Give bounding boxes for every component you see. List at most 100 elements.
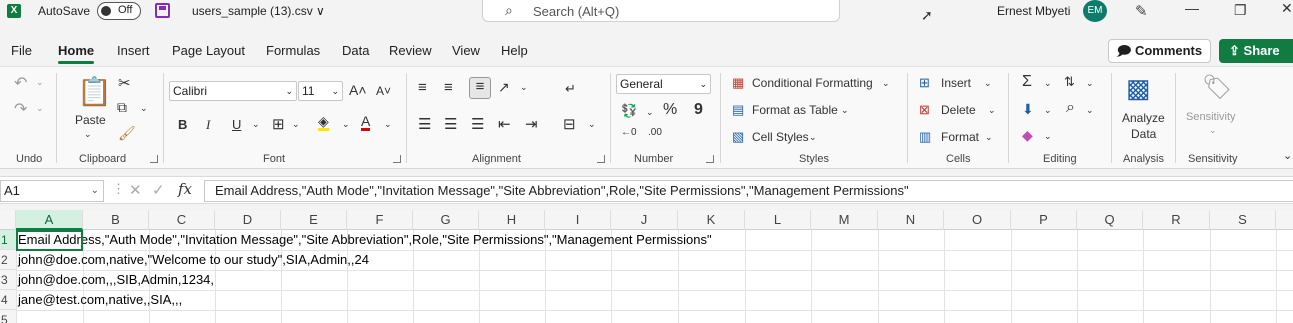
- tab-review[interactable]: Review: [389, 43, 432, 58]
- cell-styles-dropdown-icon[interactable]: ⌄: [809, 132, 817, 143]
- comments-button[interactable]: 🗩 Comments: [1108, 39, 1211, 63]
- undo-icon[interactable]: ↶: [14, 73, 27, 93]
- row-header[interactable]: 5: [0, 310, 16, 323]
- fill-color-icon[interactable]: ◈: [318, 114, 329, 131]
- borders-dropdown-icon[interactable]: ⌄: [292, 119, 300, 130]
- shrink-font-icon[interactable]: A˅: [376, 84, 391, 98]
- collapse-ribbon-icon[interactable]: ⌄: [1283, 149, 1292, 162]
- column-header[interactable]: Q: [1077, 210, 1143, 230]
- cell-a2[interactable]: john@doe.com,native,"Welcome to our stud…: [18, 250, 369, 270]
- format-painter-icon[interactable]: 🖌: [118, 125, 136, 142]
- accounting-dropdown-icon[interactable]: ⌄: [646, 107, 654, 118]
- sort-filter-dropdown-icon[interactable]: ⌄: [1086, 78, 1094, 89]
- column-header[interactable]: K: [678, 210, 745, 230]
- analyze-data-label-1[interactable]: Analyze: [1122, 111, 1165, 125]
- tab-view[interactable]: View: [452, 43, 480, 58]
- align-bottom-icon[interactable]: ≡: [469, 77, 491, 99]
- column-header[interactable]: G: [413, 210, 479, 230]
- format-dropdown-icon[interactable]: ⌄: [985, 132, 993, 143]
- merge-center-icon[interactable]: ⊟: [563, 115, 576, 133]
- format-as-table-dropdown-icon[interactable]: ⌄: [841, 105, 849, 116]
- accounting-format-icon[interactable]: 💱: [621, 103, 637, 119]
- column-header[interactable]: E: [281, 210, 347, 230]
- column-header[interactable]: O: [944, 210, 1011, 230]
- cell-a3[interactable]: john@doe.com,,,SIB,Admin,1234,: [18, 270, 214, 290]
- column-header[interactable]: J: [611, 210, 678, 230]
- column-header[interactable]: D: [215, 210, 281, 230]
- file-name-dropdown[interactable]: users_sample (13).csv ∨: [192, 4, 325, 18]
- bold-button[interactable]: B: [178, 117, 187, 132]
- chevron-down-icon[interactable]: ⌄: [91, 181, 99, 201]
- tab-file[interactable]: File: [11, 43, 32, 58]
- clear-dropdown-icon[interactable]: ⌄: [1044, 131, 1052, 142]
- align-middle-icon[interactable]: ≡: [444, 79, 453, 96]
- designer-pen-icon[interactable]: ✎: [1135, 2, 1148, 20]
- fill-dropdown-icon[interactable]: ⌄: [1044, 105, 1052, 116]
- insert-function-icon[interactable]: fx: [178, 180, 192, 198]
- paste-icon[interactable]: 📋: [77, 75, 112, 108]
- clear-icon[interactable]: ◆: [1022, 127, 1033, 144]
- column-header[interactable]: L: [745, 210, 811, 230]
- merge-dropdown-icon[interactable]: ⌄: [588, 119, 596, 130]
- orientation-dropdown-icon[interactable]: ⌄: [520, 82, 528, 93]
- conditional-formatting-button[interactable]: Conditional Formatting: [752, 76, 873, 90]
- insert-dropdown-icon[interactable]: ⌄: [984, 78, 992, 89]
- analyze-data-icon[interactable]: ▩: [1126, 73, 1151, 104]
- row-header[interactable]: 2: [0, 250, 16, 270]
- delete-dropdown-icon[interactable]: ⌄: [988, 105, 996, 116]
- cell-a4[interactable]: jane@test.com,native,,SIA,,,: [18, 290, 182, 310]
- align-left-icon[interactable]: ☰: [418, 115, 431, 133]
- clipboard-launcher-icon[interactable]: [150, 155, 158, 163]
- redo-icon[interactable]: ↷: [14, 99, 27, 119]
- row-header[interactable]: 3: [0, 270, 16, 290]
- column-header[interactable]: F: [347, 210, 413, 230]
- cell-styles-button[interactable]: Cell Styles: [752, 130, 809, 144]
- format-as-table-icon[interactable]: ▤: [732, 102, 744, 118]
- analyze-data-label-2[interactable]: Data: [1131, 127, 1156, 141]
- worksheet-grid[interactable]: A B C D E F G H I J K L M N O P Q R S 1: [0, 210, 1293, 323]
- column-header[interactable]: M: [811, 210, 878, 230]
- autosum-icon[interactable]: Σ: [1022, 73, 1032, 91]
- autosum-dropdown-icon[interactable]: ⌄: [1044, 78, 1052, 89]
- tab-home[interactable]: Home: [58, 43, 95, 64]
- tab-data[interactable]: Data: [342, 43, 369, 58]
- share-button[interactable]: ⇪ Share: [1219, 39, 1293, 63]
- find-select-dropdown-icon[interactable]: ⌄: [1086, 105, 1094, 116]
- format-cells-icon[interactable]: ▥: [919, 129, 931, 145]
- orientation-icon[interactable]: ↗: [498, 79, 510, 96]
- sensitivity-dropdown-icon[interactable]: ⌄: [1209, 125, 1217, 136]
- avatar[interactable]: EM: [1083, 0, 1107, 22]
- column-header[interactable]: P: [1011, 210, 1077, 230]
- column-header[interactable]: R: [1143, 210, 1210, 230]
- sensitivity-button[interactable]: Sensitivity: [1186, 111, 1236, 123]
- formula-bar-handle-icon[interactable]: ⋮: [112, 181, 125, 197]
- paste-label[interactable]: Paste: [75, 113, 106, 127]
- grow-font-icon[interactable]: A˄: [349, 82, 367, 98]
- enter-icon[interactable]: ✓: [152, 181, 165, 199]
- cell-styles-icon[interactable]: ▧: [732, 129, 744, 145]
- cut-icon[interactable]: ✂: [118, 74, 131, 92]
- user-name[interactable]: Ernest Mbyeti: [997, 4, 1070, 18]
- font-size-select[interactable]: 11 ⌄: [298, 81, 343, 101]
- italic-button[interactable]: I: [206, 117, 210, 133]
- font-launcher-icon[interactable]: [393, 155, 401, 163]
- search-box[interactable]: ⌕ Search (Alt+Q): [482, 0, 840, 22]
- font-color-dropdown-icon[interactable]: ⌄: [384, 119, 392, 130]
- select-all-corner[interactable]: [0, 210, 16, 230]
- paste-dropdown-icon[interactable]: ⌄: [84, 129, 92, 140]
- align-right-icon[interactable]: ☰: [471, 115, 484, 133]
- increase-decimal-icon[interactable]: ←0: [621, 127, 637, 138]
- delete-cells-icon[interactable]: ⊠: [919, 102, 930, 118]
- font-color-icon[interactable]: A: [361, 114, 371, 131]
- minimize-icon[interactable]: —: [1185, 0, 1199, 16]
- row-header[interactable]: 4: [0, 290, 16, 310]
- tab-insert[interactable]: Insert: [117, 43, 150, 58]
- format-cells-button[interactable]: Format: [941, 130, 979, 144]
- conditional-formatting-dropdown-icon[interactable]: ⌄: [882, 78, 890, 89]
- insert-cells-button[interactable]: Insert: [941, 76, 971, 90]
- format-as-table-button[interactable]: Format as Table: [752, 103, 838, 117]
- wrap-text-icon[interactable]: ↵: [565, 81, 576, 97]
- cancel-icon[interactable]: ✕: [129, 181, 142, 199]
- copy-icon[interactable]: ⧉: [117, 99, 127, 116]
- alignment-launcher-icon[interactable]: [597, 155, 605, 163]
